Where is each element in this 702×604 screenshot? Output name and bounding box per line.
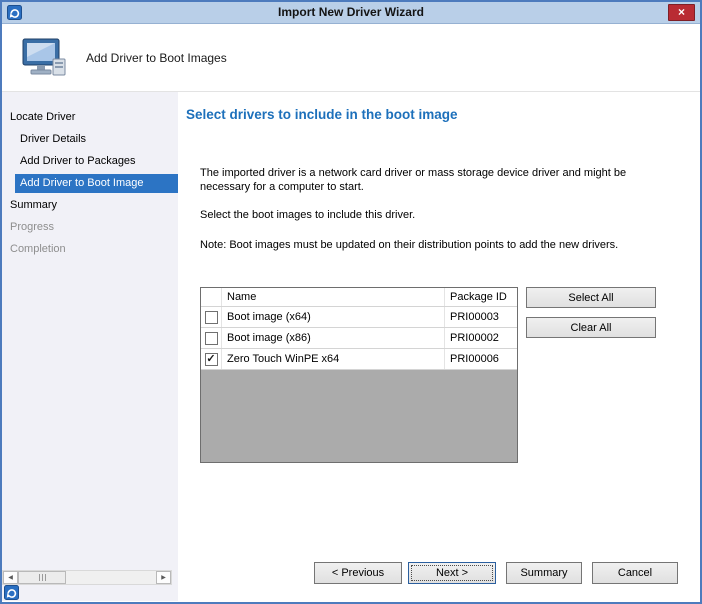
next-button[interactable]: Next >	[408, 562, 496, 584]
window-title: Import New Driver Wizard	[2, 2, 700, 23]
scroll-right-icon: ▶	[161, 574, 166, 581]
note-text: Note: Boot images must be updated on the…	[200, 238, 674, 252]
wizard-footer: < Previous Next > Summary Cancel	[178, 562, 700, 584]
scroll-right-button[interactable]: ▶	[156, 571, 171, 584]
row-checkbox[interactable]	[205, 332, 218, 345]
intro-text: The imported driver is a network card dr…	[200, 166, 674, 194]
sidebar-item-summary[interactable]: Summary	[2, 194, 178, 216]
title-bar[interactable]: Import New Driver Wizard ×	[2, 2, 700, 24]
sidebar-item-add-driver-to-packages[interactable]: Add Driver to Packages	[2, 150, 178, 172]
select-all-button[interactable]: Select All	[526, 287, 656, 308]
wizard-header: Add Driver to Boot Images	[2, 24, 700, 92]
corner-wizard-icon	[4, 585, 19, 600]
select-instruction-text: Select the boot images to include this d…	[200, 208, 674, 222]
boot-image-name: Boot image (x86)	[222, 328, 445, 348]
package-id: PRI00003	[445, 307, 517, 327]
name-column-header[interactable]: Name	[222, 288, 445, 306]
table-header-row: Name Package ID	[201, 288, 517, 307]
scrollbar-thumb[interactable]	[18, 571, 66, 584]
summary-button[interactable]: Summary	[506, 562, 582, 584]
page-title: Select drivers to include in the boot im…	[186, 107, 458, 122]
package-id: PRI00006	[445, 349, 517, 369]
clear-all-button[interactable]: Clear All	[526, 317, 656, 338]
table-row[interactable]: Boot image (x86) PRI00002	[201, 328, 517, 349]
scrollbar-grip-icon	[39, 574, 46, 581]
boot-images-table: Name Package ID Boot image (x64) PRI0000…	[200, 287, 518, 463]
sidebar-item-locate-driver[interactable]: Locate Driver	[2, 106, 178, 128]
sidebar-item-add-driver-to-boot-image[interactable]: Add Driver to Boot Image	[15, 174, 178, 193]
wizard-page-content: Select drivers to include in the boot im…	[178, 92, 700, 601]
row-checkbox[interactable]: ✓	[205, 353, 218, 366]
close-icon: ×	[678, 5, 685, 19]
header-title: Add Driver to Boot Images	[86, 51, 227, 65]
table-row[interactable]: ✓ Zero Touch WinPE x64 PRI00006	[201, 349, 517, 370]
main-area: Locate Driver Driver Details Add Driver …	[2, 92, 700, 601]
boot-image-name: Zero Touch WinPE x64	[222, 349, 445, 369]
computer-icon	[20, 37, 68, 84]
wizard-steps-sidebar: Locate Driver Driver Details Add Driver …	[2, 92, 178, 601]
horizontal-scrollbar[interactable]: ◀ ▶	[2, 570, 172, 585]
previous-button[interactable]: < Previous	[314, 562, 402, 584]
close-button[interactable]: ×	[668, 4, 695, 21]
sidebar-item-completion: Completion	[2, 238, 178, 260]
package-id: PRI00002	[445, 328, 517, 348]
table-row[interactable]: Boot image (x64) PRI00003	[201, 307, 517, 328]
sidebar-item-progress: Progress	[2, 216, 178, 238]
sidebar-item-driver-details[interactable]: Driver Details	[2, 128, 178, 150]
row-checkbox[interactable]	[205, 311, 218, 324]
checkbox-column-header	[201, 288, 222, 306]
cancel-button[interactable]: Cancel	[592, 562, 678, 584]
boot-image-name: Boot image (x64)	[222, 307, 445, 327]
scroll-left-icon: ◀	[8, 574, 13, 581]
import-driver-wizard-window: Import New Driver Wizard × Add Driver to…	[0, 0, 702, 604]
scroll-left-button[interactable]: ◀	[3, 571, 18, 584]
package-id-column-header[interactable]: Package ID	[445, 288, 517, 306]
